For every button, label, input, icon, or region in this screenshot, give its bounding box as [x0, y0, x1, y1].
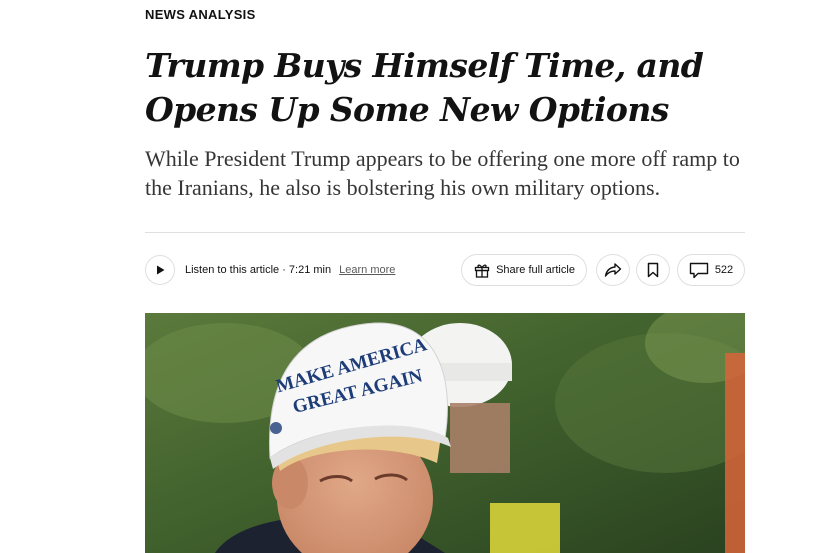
- listen-to-article[interactable]: Listen to this article · 7:21 min Learn …: [145, 255, 395, 285]
- gift-icon: [474, 264, 490, 278]
- learn-more-link[interactable]: Learn more: [339, 264, 395, 276]
- play-button[interactable]: [145, 255, 175, 285]
- article-summary: While President Trump appears to be offe…: [145, 146, 740, 200]
- comment-icon: [689, 262, 709, 278]
- share-full-article-button[interactable]: Share full article: [461, 254, 587, 286]
- listen-label: Listen to this article · 7:21 min: [185, 264, 332, 276]
- article-kicker[interactable]: NEWS ANALYSIS: [145, 7, 745, 22]
- share-button[interactable]: [596, 254, 630, 286]
- share-full-article-label: Share full article: [496, 264, 575, 276]
- article-headline: Trump Buys Himself Time, and Opens Up So…: [145, 46, 704, 129]
- article-toolbar: Listen to this article · 7:21 min Learn …: [145, 253, 745, 287]
- share-arrow-icon: [604, 263, 622, 277]
- comments-button[interactable]: 522: [677, 254, 745, 286]
- play-icon: [157, 265, 165, 275]
- bookmark-icon: [647, 262, 659, 278]
- lead-photo: MAKE AMERICA GREAT AGAIN: [145, 313, 745, 553]
- comments-count: 522: [714, 264, 734, 276]
- save-bookmark-button[interactable]: [636, 254, 670, 286]
- divider: [145, 232, 745, 233]
